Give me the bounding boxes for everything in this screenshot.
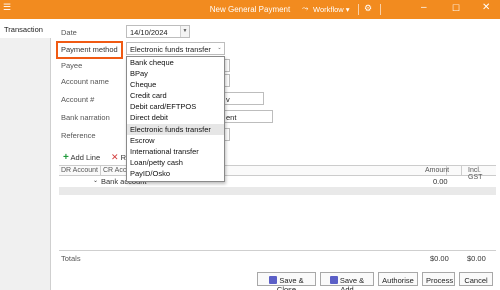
account-number-partial-value: v (226, 95, 230, 104)
totals-label: Totals (61, 254, 81, 263)
account-name-label: Account name (61, 77, 109, 86)
save-add-label: Save & Add (339, 276, 365, 290)
dropdown-option[interactable]: Cheque (127, 79, 224, 90)
row-amount: 0.00 (433, 177, 448, 186)
account-number-label: Account # (61, 95, 95, 104)
remove-line-button[interactable]: ✕ R (111, 152, 126, 163)
plus-icon: + (63, 152, 69, 163)
maximize-icon[interactable]: ☐ (452, 3, 460, 14)
chevron-down-icon[interactable]: ⌄ (215, 43, 224, 54)
dropdown-option[interactable]: PayID/Osko (127, 168, 224, 179)
add-line-button[interactable]: + Add Line (63, 152, 100, 163)
payment-method-value: Electronic funds transfer (130, 45, 211, 54)
payee-label: Payee (61, 61, 83, 70)
authorise-button[interactable]: Authorise (378, 272, 418, 286)
table-row[interactable]: ⌄ Bank account ⌄ 0.00 (59, 176, 496, 187)
date-label: Date (61, 28, 77, 37)
process-button[interactable]: Process (422, 272, 455, 286)
dropdown-option[interactable]: Credit card (127, 90, 224, 101)
close-icon[interactable]: ✕ (482, 2, 490, 13)
totals-gst: $0.00 (467, 254, 486, 263)
payment-method-select[interactable]: Electronic funds transfer ⌄ (126, 42, 225, 55)
column-header-amount[interactable]: Amount (425, 167, 449, 174)
dropdown-option[interactable]: International transfer (127, 146, 224, 157)
title-divider (380, 4, 381, 15)
add-line-label: Add Line (70, 153, 101, 162)
cancel-button[interactable]: Cancel (459, 272, 493, 286)
dropdown-option[interactable]: Debit card/EFTPOS (127, 101, 224, 112)
minimize-icon[interactable]: – (421, 2, 427, 13)
account-number-field[interactable]: v (222, 92, 264, 105)
grid-bottom-border (59, 250, 496, 251)
side-tab-strip (0, 19, 51, 290)
dropdown-option[interactable]: BPay (127, 68, 224, 79)
grid-blank-row (59, 187, 496, 195)
save-icon (329, 276, 338, 284)
column-header-dr-account[interactable]: DR Account (61, 167, 98, 174)
totals-amount: $0.00 (430, 254, 449, 263)
column-divider (100, 166, 101, 176)
workflow-menu[interactable]: Workflow ▾ (313, 5, 350, 14)
payment-method-dropdown[interactable]: Bank cheque BPay Cheque Credit card Debit ca… (126, 56, 225, 182)
gear-icon[interactable]: ⚙ (364, 3, 372, 14)
save-add-button[interactable]: Save & Add (320, 272, 374, 290)
grid-header: DR Account CR Acco Amount Incl. GST (59, 165, 496, 181)
save-close-label: Save & Close (276, 276, 304, 290)
dropdown-option[interactable]: Electronic funds transfer (127, 123, 224, 135)
workflow-icon: ⤳ (302, 4, 309, 13)
dropdown-option[interactable]: Escrow (127, 135, 224, 146)
dropdown-option[interactable]: Direct debit (127, 112, 224, 123)
bank-narration-label: Bank narration (61, 113, 110, 122)
remove-icon: ✕ (111, 152, 119, 162)
reference-label: Reference (61, 131, 96, 140)
process-label: Process (426, 276, 454, 285)
date-dropdown-icon[interactable]: ▼ (180, 26, 189, 37)
payment-method-label: Payment method (61, 45, 118, 54)
date-field[interactable]: 14/10/2024 ▼ (126, 25, 190, 38)
expand-chevron-icon[interactable]: ⌄ (93, 177, 98, 184)
cancel-label: Cancel (464, 276, 488, 285)
column-divider (461, 166, 462, 176)
bank-narration-partial-value: ent (226, 113, 237, 122)
title-divider (358, 4, 359, 15)
bank-narration-field[interactable]: ent (222, 110, 273, 123)
save-close-button[interactable]: Save & Close (257, 272, 316, 290)
save-icon (269, 276, 278, 284)
tab-transaction[interactable]: Transaction (0, 19, 52, 38)
dropdown-option[interactable]: Loan/petty cash (127, 157, 224, 168)
title-bar: ☰ New General Payment ⤳ Workflow ▾ ⚙ – ☐… (0, 0, 500, 19)
dropdown-option[interactable]: Bank cheque (127, 57, 224, 68)
authorise-label: Authorise (382, 276, 414, 285)
date-value: 14/10/2024 (130, 28, 168, 37)
